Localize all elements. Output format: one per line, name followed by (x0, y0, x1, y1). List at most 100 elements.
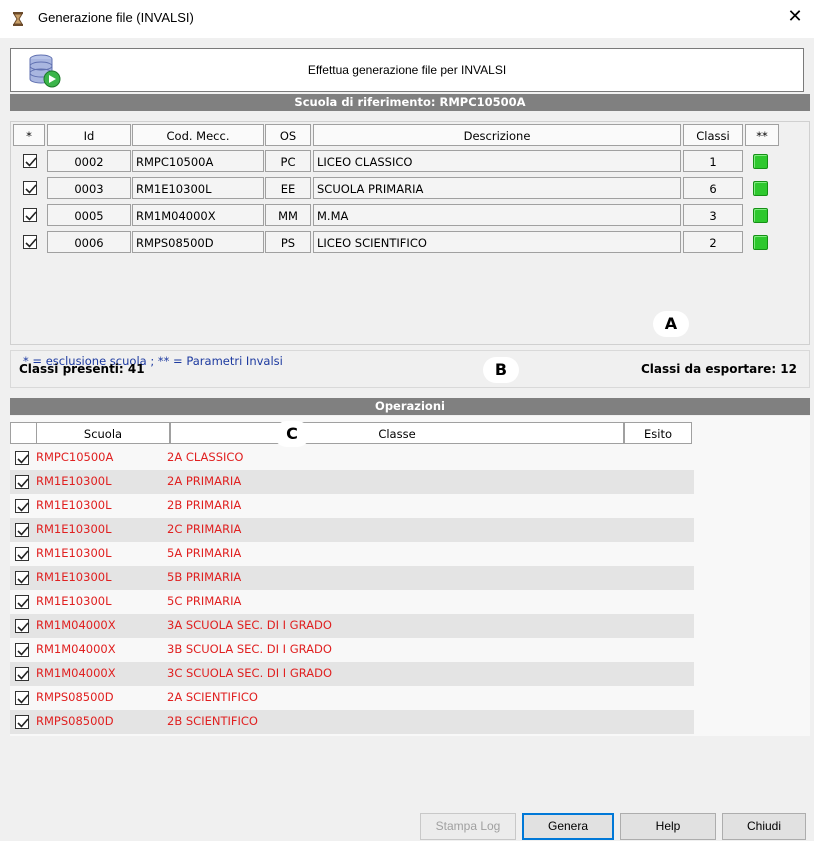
summary-bar: Classi presenti: 41 B Classi da esportar… (10, 350, 810, 388)
list-item[interactable]: RM1M04000X 3C SCUOLA SEC. DI I GRADO (10, 662, 694, 686)
schools-table: * Id Cod. Mecc. OS Descrizione Classi **… (10, 121, 810, 368)
col-header-id[interactable]: Id (47, 124, 131, 146)
school-id: 0002 (47, 150, 131, 172)
list-item[interactable]: RM1E10300L 2A PRIMARIA (10, 470, 694, 494)
col-header-scuola[interactable]: Scuola (36, 422, 170, 444)
op-school: RMPS08500D (36, 690, 114, 704)
op-school: RM1E10300L (36, 594, 112, 608)
col-header-classe[interactable]: Classe (170, 422, 624, 444)
op-school: RM1E10300L (36, 498, 112, 512)
include-checkbox[interactable] (15, 619, 29, 633)
marker-a: A (653, 311, 689, 337)
include-checkbox[interactable] (15, 547, 29, 561)
op-class: 3B SCUOLA SEC. DI I GRADO (167, 642, 332, 656)
school-classes: 1 (683, 150, 743, 172)
col-header-cod-mecc[interactable]: Cod. Mecc. (132, 124, 264, 146)
exclude-checkbox[interactable] (23, 181, 37, 195)
op-school: RM1M04000X (36, 666, 116, 680)
op-school: RM1M04000X (36, 642, 116, 656)
op-school: RM1E10300L (36, 474, 112, 488)
list-item[interactable]: RM1M04000X 3B SCUOLA SEC. DI I GRADO (10, 638, 694, 662)
exclude-checkbox[interactable] (23, 235, 37, 249)
op-class: 5B PRIMARIA (167, 570, 242, 584)
marker-b: B (483, 357, 519, 383)
print-log-button[interactable]: Stampa Log (420, 813, 516, 840)
school-description: SCUOLA PRIMARIA (313, 177, 681, 199)
list-item[interactable]: RM1E10300L 2B PRIMARIA (10, 494, 694, 518)
app-icon (10, 11, 26, 27)
op-class: 2B SCIENTIFICO (167, 714, 258, 728)
col-header-select[interactable] (10, 422, 36, 444)
help-button[interactable]: Help (620, 813, 716, 840)
invalsi-status-icon[interactable] (753, 154, 768, 169)
exclude-checkbox[interactable] (23, 154, 37, 168)
op-class: 5C PRIMARIA (167, 594, 242, 608)
school-id: 0006 (47, 231, 131, 253)
include-checkbox[interactable] (15, 571, 29, 585)
op-school: RMPS08500D (36, 714, 114, 728)
op-school: RM1E10300L (36, 546, 112, 560)
school-os: PC (265, 150, 311, 172)
invalsi-status-icon[interactable] (753, 181, 768, 196)
school-code: RMPS08500D (132, 231, 264, 253)
col-header-invalsi-params[interactable]: ** (745, 124, 779, 146)
school-code: RM1M04000X (132, 204, 264, 226)
school-classes: 2 (683, 231, 743, 253)
include-checkbox[interactable] (15, 691, 29, 705)
list-item[interactable]: RMPC10500A 2A CLASSICO (10, 446, 694, 470)
op-class: 2A SCIENTIFICO (167, 690, 258, 704)
op-class: 2C PRIMARIA (167, 522, 242, 536)
list-item[interactable]: RM1M04000X 3A SCUOLA SEC. DI I GRADO (10, 614, 694, 638)
title-bar: Generazione file (INVALSI) ✕ (0, 0, 814, 38)
school-reference-band: Scuola di riferimento: RMPC10500A (10, 94, 810, 111)
invalsi-status-icon[interactable] (753, 235, 768, 250)
operations-band: Operazioni (10, 398, 810, 415)
generate-button[interactable]: Genera (522, 813, 614, 840)
list-item[interactable]: RM1E10300L 5C PRIMARIA (10, 590, 694, 614)
include-checkbox[interactable] (15, 523, 29, 537)
col-header-exclude[interactable]: * (13, 124, 45, 146)
school-id: 0005 (47, 204, 131, 226)
school-id: 0003 (47, 177, 131, 199)
include-checkbox[interactable] (15, 715, 29, 729)
school-description: LICEO CLASSICO (313, 150, 681, 172)
op-school: RM1E10300L (36, 570, 112, 584)
classes-to-export: Classi da esportare: 12 (640, 362, 797, 376)
include-checkbox[interactable] (15, 595, 29, 609)
op-school: RMPC10500A (36, 450, 114, 464)
marker-c: C (274, 421, 310, 447)
close-button[interactable]: Chiudi (722, 813, 806, 840)
col-header-classi[interactable]: Classi (683, 124, 743, 146)
include-checkbox[interactable] (15, 499, 29, 513)
dialog-body: Effettua generazione file per INVALSI Sc… (0, 38, 814, 841)
list-item[interactable]: RM1E10300L 5B PRIMARIA (10, 566, 694, 590)
col-header-os[interactable]: OS (265, 124, 311, 146)
list-item[interactable]: RMPS08500D 2A SCIENTIFICO (10, 686, 694, 710)
op-class: 5A PRIMARIA (167, 546, 242, 560)
col-header-esito[interactable]: Esito (624, 422, 692, 444)
invalsi-status-icon[interactable] (753, 208, 768, 223)
op-class: 3C SCUOLA SEC. DI I GRADO (167, 666, 333, 680)
operations-table: Scuola Classe Esito C RMPC10500A 2A CLAS… (10, 416, 810, 736)
school-description: LICEO SCIENTIFICO (313, 231, 681, 253)
op-class: 2B PRIMARIA (167, 498, 242, 512)
include-checkbox[interactable] (15, 451, 29, 465)
header-panel: Effettua generazione file per INVALSI (10, 48, 804, 92)
header-text: Effettua generazione file per INVALSI (307, 63, 507, 77)
close-icon[interactable]: ✕ (784, 6, 806, 28)
school-code: RMPC10500A (132, 150, 264, 172)
list-item[interactable]: RMPS08500D 2B SCIENTIFICO (10, 710, 694, 734)
school-classes: 3 (683, 204, 743, 226)
col-header-descrizione[interactable]: Descrizione (313, 124, 681, 146)
window-title: Generazione file (INVALSI) (38, 10, 194, 25)
list-item[interactable]: RM1E10300L 5A PRIMARIA (10, 542, 694, 566)
include-checkbox[interactable] (15, 475, 29, 489)
op-class: 2A PRIMARIA (167, 474, 242, 488)
exclude-checkbox[interactable] (23, 208, 37, 222)
include-checkbox[interactable] (15, 643, 29, 657)
include-checkbox[interactable] (15, 667, 29, 681)
op-class: 3A SCUOLA SEC. DI I GRADO (167, 618, 332, 632)
list-item[interactable]: RM1E10300L 2C PRIMARIA (10, 518, 694, 542)
school-classes: 6 (683, 177, 743, 199)
school-os: EE (265, 177, 311, 199)
